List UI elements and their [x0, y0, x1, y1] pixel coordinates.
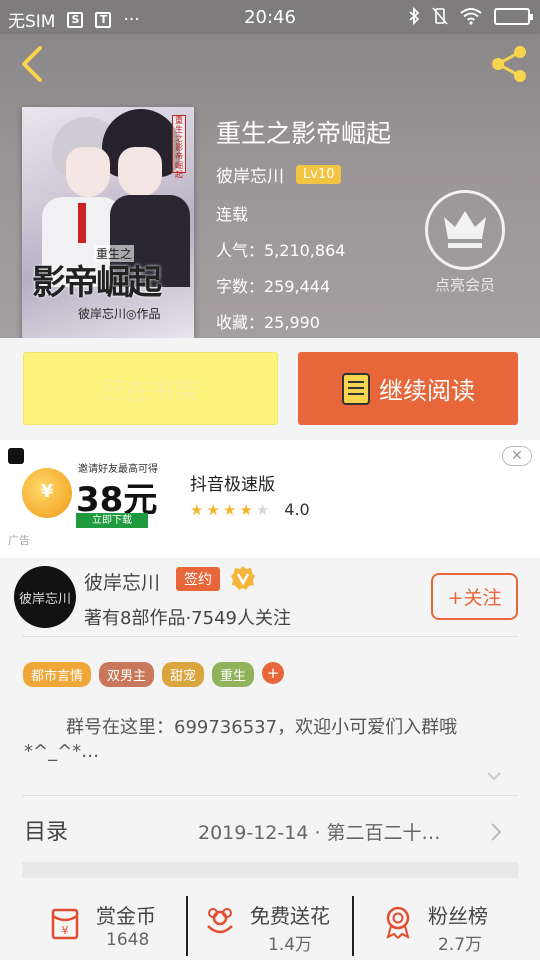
tag-item[interactable]: 都市言情 — [23, 662, 92, 687]
star-empty-icon: ★ — [255, 500, 270, 519]
ad-label: 广告 — [8, 534, 30, 547]
coin-stack-icon: ¥ — [22, 468, 72, 518]
divider — [22, 795, 518, 796]
star-icon: ★ — [190, 500, 204, 519]
cover-art-face-left — [66, 147, 110, 197]
book-icon — [342, 372, 370, 405]
in-shelf-button[interactable]: 已在书架 — [23, 352, 278, 425]
fan-ranking-label: 粉丝榜 — [428, 904, 488, 928]
status-bar: 无SIM S T ··· 20:46 — [0, 0, 540, 34]
tag-item[interactable]: 重生 — [212, 662, 255, 687]
star-icon: ★ — [222, 500, 237, 519]
section-separator — [22, 862, 518, 878]
free-flowers-label: 免费送花 — [250, 904, 330, 928]
cover-art-tie — [78, 203, 86, 243]
flower-icon — [207, 908, 233, 934]
expand-chevron-icon[interactable] — [486, 770, 502, 782]
star-icon: ★ — [239, 500, 253, 519]
ad-rating-stars: ★ ★ ★ ★ ★ 4.0 — [190, 500, 310, 519]
continue-reading-label: 继续阅读 — [379, 377, 475, 405]
serial-status: 连载 — [216, 205, 249, 224]
cover-vertical-title: 重生之影帝崛起 — [172, 115, 186, 179]
star-icon: ★ — [206, 500, 220, 519]
author-avatar[interactable]: 彼岸忘川 — [14, 566, 76, 628]
cover-art-face-right — [118, 147, 162, 197]
continue-reading-button[interactable]: 继续阅读 — [298, 352, 518, 425]
latest-chapter[interactable]: 2019-12-14 · 第二百二十… — [198, 818, 441, 845]
battery-icon — [494, 7, 533, 25]
tiktok-logo-icon — [8, 448, 24, 464]
book-intro[interactable]: 群号在这里：699736537，欢迎小可爱们入群哦*^_^*… — [24, 716, 518, 764]
signed-badge: 签约 — [176, 567, 220, 591]
ad-rating-value: 4.0 — [284, 500, 310, 519]
vip-label: 点亮会员 — [434, 276, 495, 294]
action-bar: 已在书架 继续阅读 — [0, 338, 540, 440]
author-card-name[interactable]: 彼岸忘川 — [84, 568, 160, 595]
share-icon[interactable] — [490, 44, 530, 84]
ad-banner[interactable]: ¥ 邀请好友最高可得 38元 立即下载 广告 抖音极速版 ★ ★ ★ ★ ★ 4… — [0, 440, 540, 558]
cover-author: 彼岸忘川◎作品 — [78, 307, 161, 321]
follow-button[interactable]: +关注 — [431, 573, 518, 620]
favorites-count: 收藏：25,990 — [216, 313, 320, 332]
free-flowers-value: 1.4万 — [268, 935, 313, 955]
tag-list: 都市言情 双男主 甜宠 重生 + — [23, 662, 285, 687]
red-envelope-icon: ¥ — [51, 908, 79, 940]
level-badge: Lv10 — [296, 165, 342, 184]
divider — [352, 896, 354, 956]
more-tags-button[interactable]: + — [262, 662, 285, 684]
word-count: 字数：259,444 — [216, 277, 331, 296]
cover-title: 影帝崛起 — [32, 263, 162, 303]
book-header: 重生之影帝崛起 重生之 影帝崛起 彼岸忘川◎作品 重生之影帝崛起 彼岸忘川 Lv… — [0, 34, 540, 339]
ad-close-button[interactable]: ✕ — [502, 446, 532, 466]
toc-label[interactable]: 目录 — [24, 814, 68, 846]
vip-button[interactable]: 点亮会员 — [424, 190, 506, 295]
svg-text:¥: ¥ — [62, 924, 69, 937]
medal-icon — [386, 906, 410, 939]
reward-coins-label: 赏金币 — [96, 904, 156, 928]
vibrate-off-icon — [432, 7, 448, 25]
divider — [22, 636, 518, 637]
popularity: 人气：5,210,864 — [216, 241, 346, 260]
tag-item[interactable]: 双男主 — [99, 662, 155, 687]
free-flowers-button[interactable]: 免费送花 1.4万 — [202, 894, 342, 960]
book-details: 彼岸忘川 彼岸忘川 签约 著有8部作品·7549人关注 +关注 都市言情 双男主… — [0, 558, 540, 960]
wifi-icon — [460, 8, 482, 25]
author-name[interactable]: 彼岸忘川 — [216, 162, 284, 187]
book-cover[interactable]: 重生之影帝崛起 重生之 影帝崛起 彼岸忘川◎作品 — [22, 107, 194, 339]
tag-item[interactable]: 甜宠 — [162, 662, 205, 687]
chevron-right-icon[interactable] — [490, 822, 502, 842]
author-stats: 著有8部作品·7549人关注 — [84, 608, 291, 629]
ad-app-name: 抖音极速版 — [190, 475, 275, 495]
crown-icon — [425, 190, 505, 270]
divider — [186, 896, 188, 956]
book-title: 重生之影帝崛起 — [216, 119, 392, 148]
bluetooth-icon — [409, 7, 420, 25]
ad-download-button[interactable]: 立即下载 — [76, 513, 148, 528]
fan-ranking-value: 2.7万 — [438, 935, 483, 955]
reward-coins-button[interactable]: ¥ 赏金币 1648 — [48, 894, 178, 960]
verified-v-icon — [231, 566, 255, 590]
reader-actions-bar: ¥ 赏金币 1648 免费送花 1.4万 粉丝榜 2.7万 — [0, 894, 540, 960]
reward-coins-value: 1648 — [106, 930, 150, 950]
author-row: 彼岸忘川 Lv10 — [216, 162, 342, 187]
back-arrow-icon[interactable] — [14, 44, 50, 84]
fan-ranking-button[interactable]: 粉丝榜 2.7万 — [380, 894, 510, 960]
